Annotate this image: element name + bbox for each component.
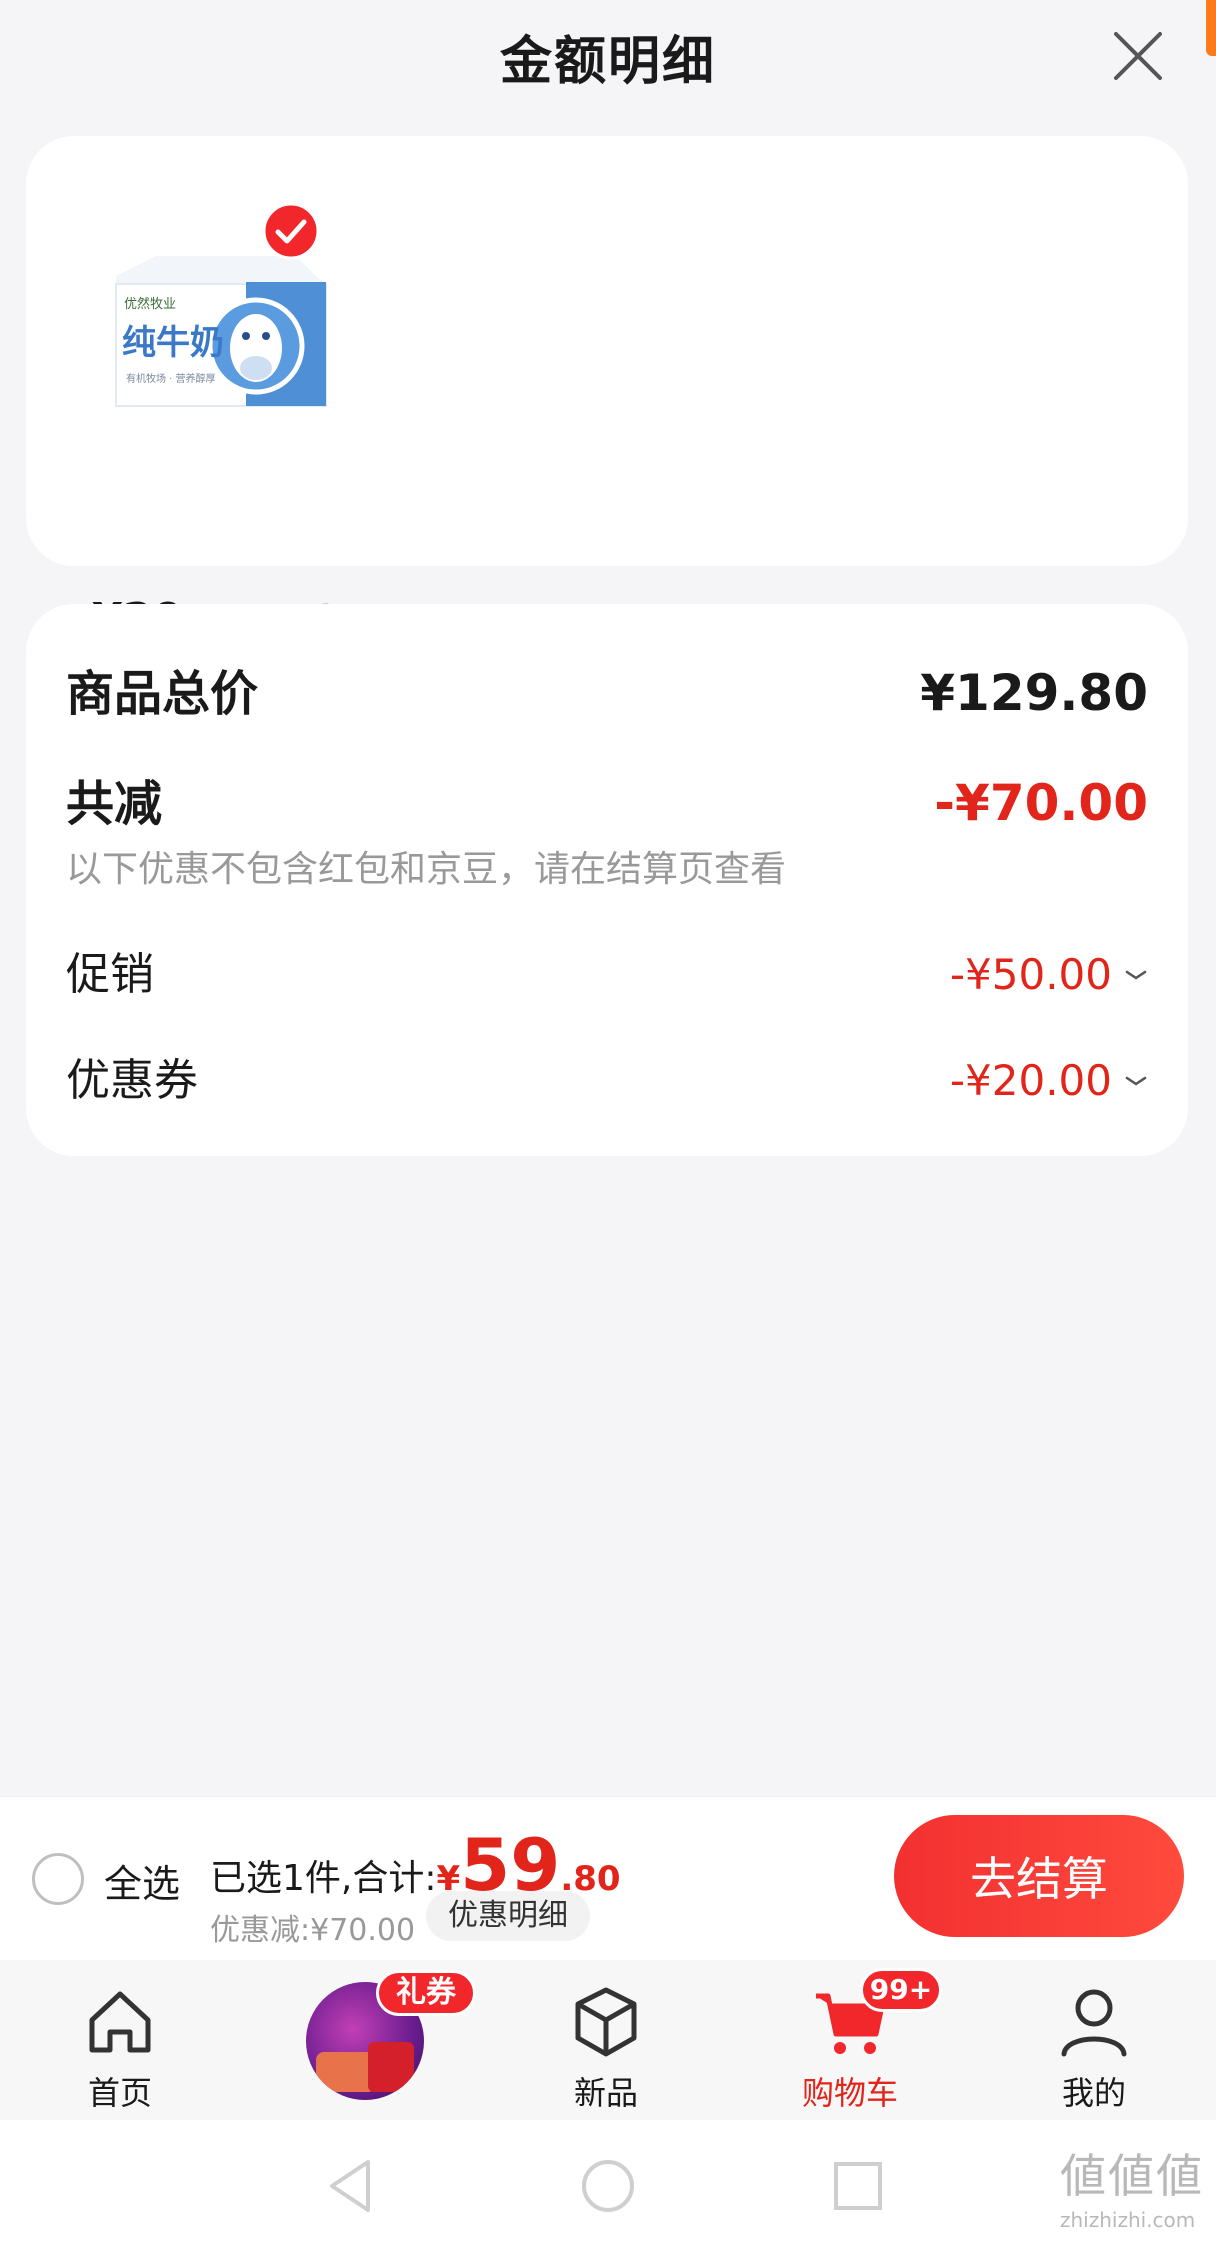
checked-icon[interactable]: [262, 202, 320, 260]
cart-count-badge: 99+: [860, 1968, 942, 2012]
cube-icon: [575, 1987, 637, 2057]
promo-label: 促销: [66, 949, 154, 1000]
reduce-value: -¥70.00: [934, 774, 1148, 832]
checkout-bar: 全选 已选1件,合计: ¥59.80 优惠减:¥70.00 优惠明细 去结算: [0, 1796, 1216, 1960]
select-all-label[interactable]: 全选: [104, 1853, 180, 1908]
tab-cart[interactable]: 购物车 99+: [750, 1960, 950, 2120]
selected-prefix: 已选1件,合计:: [210, 1858, 437, 1899]
promo-value-wrap: -¥50.00: [950, 950, 1148, 999]
discount-hint: 以下优惠不包含红包和京豆，请在结算页查看: [66, 849, 787, 890]
page-title: 金额明细: [499, 31, 716, 92]
summary-card: 商品总价 ¥129.80 共减 -¥70.00 以下优惠不包含红包和京豆，请在结…: [26, 604, 1188, 1156]
tab-home[interactable]: 首页: [20, 1960, 220, 2120]
svg-text:优然牧业: 优然牧业: [124, 296, 176, 312]
user-icon: [1061, 1989, 1127, 2057]
tab-mine-label: 我的: [1061, 2074, 1126, 2112]
header: 金额明细: [0, 0, 1216, 112]
promo-value: -¥50.00: [949, 950, 1112, 999]
watermark-logo: 値値値: [1060, 2149, 1204, 2203]
discount-detail-button[interactable]: 优惠明细: [426, 1891, 590, 1941]
coupon-value-wrap: -¥20.00: [950, 1056, 1148, 1105]
reduce-row: 共减 -¥70.00: [66, 764, 1148, 834]
discount-summary: 优惠减:¥70.00: [210, 1913, 416, 1948]
package-label: 纯牛奶: [122, 323, 224, 363]
checkout-button[interactable]: 去结算: [894, 1815, 1184, 1937]
tab-new[interactable]: 新品: [506, 1960, 706, 2120]
back-icon[interactable]: [322, 2156, 382, 2216]
recent-apps-icon[interactable]: [830, 2158, 886, 2214]
promo-row[interactable]: 促销 -¥50.00: [66, 938, 1148, 1002]
coupon-row[interactable]: 优惠券 -¥20.00: [66, 1044, 1148, 1108]
system-nav-bar: 値値値 zhizhizhi.com: [0, 2120, 1216, 2252]
total-value: ¥129.80: [920, 664, 1148, 722]
chevron-down-icon[interactable]: [1124, 968, 1148, 982]
watermark-url: zhizhizhi.com: [1060, 2208, 1196, 2232]
gift-coupon-badge: 礼券: [376, 1970, 476, 2016]
tab-mine[interactable]: 我的: [994, 1960, 1194, 2120]
tab-cart-label: 购物车: [801, 2074, 898, 2112]
tab-new-label: 新品: [573, 2074, 638, 2112]
home-icon: [89, 1991, 151, 2053]
total-label: 商品总价: [66, 666, 259, 722]
tab-home-label: 首页: [87, 2074, 152, 2112]
tab-promo[interactable]: 礼券: [224, 1960, 504, 2120]
watermark: 値値値 zhizhizhi.com: [1060, 2140, 1204, 2232]
chevron-down-icon[interactable]: [1124, 1074, 1148, 1088]
reduce-label: 共减: [66, 776, 163, 832]
svg-text:有机牧场 · 营养醇厚: 有机牧场 · 营养醇厚: [126, 372, 216, 385]
close-icon[interactable]: [1108, 26, 1168, 86]
coupon-label: 优惠券: [66, 1055, 198, 1106]
home-circle-icon[interactable]: [578, 2156, 638, 2216]
tab-bar: 首页 礼券 新品 购物车 99+ 我的: [0, 1960, 1216, 2120]
total-row: 商品总价 ¥129.80: [66, 654, 1148, 724]
select-all-checkbox[interactable]: [32, 1853, 84, 1905]
scroll-indicator: [1206, 0, 1216, 56]
product-card: 优然牧业 纯牛奶 有机牧场 · 营养醇厚 ¥29.9 x2: [26, 136, 1188, 645]
coupon-value: -¥20.00: [949, 1056, 1112, 1105]
